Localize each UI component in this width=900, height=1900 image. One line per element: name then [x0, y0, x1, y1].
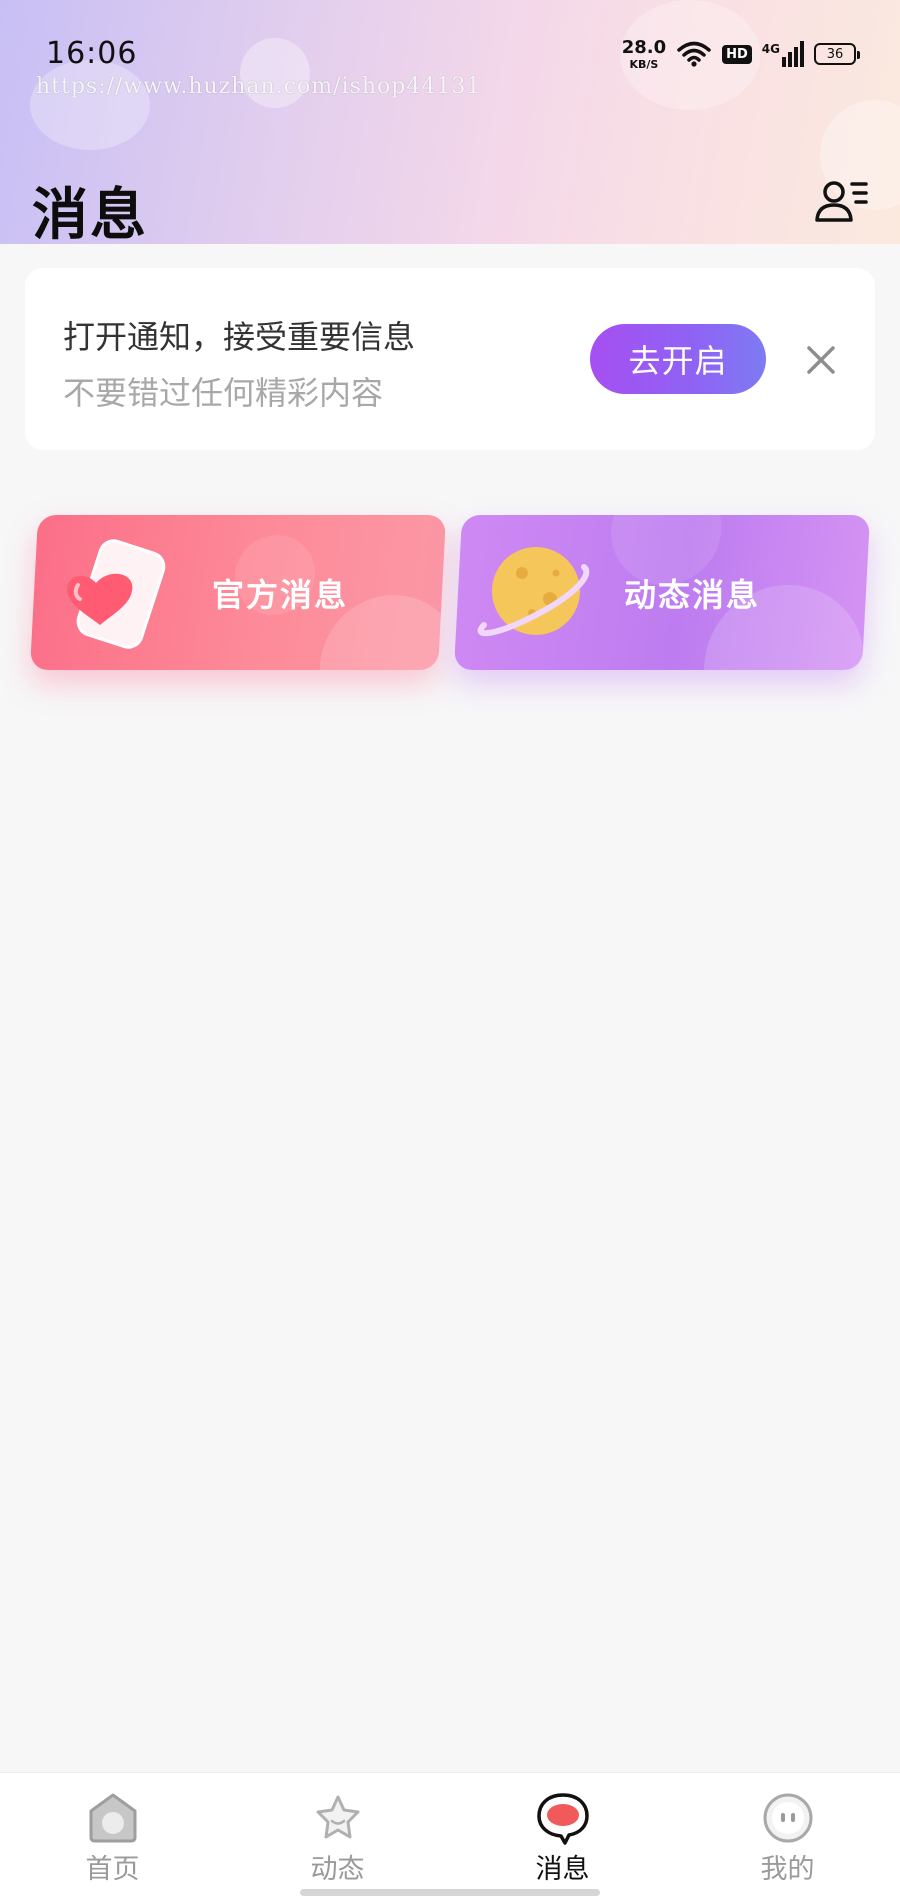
- home-indicator[interactable]: [300, 1889, 600, 1896]
- status-time: 16:06: [46, 36, 138, 71]
- nav-label-messages: 消息: [535, 1854, 590, 1885]
- contacts-list-icon[interactable]: [814, 176, 870, 228]
- battery-icon: 36: [814, 43, 860, 65]
- activity-messages-label: 动态消息: [624, 575, 761, 614]
- battery-level: 36: [826, 46, 844, 62]
- heart-card-icon: [66, 539, 166, 649]
- profile-icon: [763, 1793, 812, 1843]
- status-bar-right: 28.0 KB/S HD 4G 36: [621, 36, 860, 72]
- star-icon: [316, 1795, 359, 1839]
- nav-label-moments: 动态: [310, 1854, 365, 1885]
- nav-item-moments[interactable]: 动态: [225, 1773, 450, 1900]
- header: 16:06 28.0 KB/S HD 4G 36 https://www.huz…: [0, 0, 900, 244]
- page-title: 消息: [32, 183, 148, 244]
- bottom-nav: 首页 动态 消息 我的: [0, 1772, 900, 1900]
- nav-label-home: 首页: [85, 1854, 140, 1885]
- official-messages-card[interactable]: 官方消息: [29, 515, 447, 670]
- cellular-signal: 4G: [762, 41, 804, 67]
- notification-prompt-title: 打开通知，接受重要信息: [63, 318, 416, 356]
- home-icon: [89, 1793, 136, 1843]
- network-type: 4G: [761, 42, 780, 56]
- nav-item-home[interactable]: 首页: [0, 1773, 225, 1900]
- network-speed-unit: KB/S: [629, 57, 659, 71]
- signal-icon: [782, 41, 804, 67]
- activity-messages-card[interactable]: 动态消息: [453, 515, 871, 670]
- wifi-icon: [677, 41, 711, 67]
- hd-badge: HD: [722, 44, 752, 64]
- network-speed-value: 28.0: [621, 36, 667, 58]
- official-messages-label: 官方消息: [212, 575, 349, 614]
- enable-notifications-button[interactable]: 去开启: [590, 324, 766, 394]
- nav-item-profile[interactable]: 我的: [675, 1773, 900, 1900]
- nav-item-messages[interactable]: 消息: [450, 1773, 675, 1900]
- nav-label-profile: 我的: [760, 1854, 815, 1885]
- notification-prompt: 打开通知，接受重要信息 不要错过任何精彩内容 去开启: [25, 268, 875, 450]
- notification-prompt-subtitle: 不要错过任何精彩内容: [63, 374, 384, 412]
- network-speed: 28.0 KB/S: [621, 36, 667, 71]
- planet-icon: [477, 547, 590, 637]
- close-icon[interactable]: [801, 340, 841, 380]
- message-icon: [536, 1793, 589, 1845]
- watermark: https://www.huzhan.com/ishop44131: [36, 74, 482, 99]
